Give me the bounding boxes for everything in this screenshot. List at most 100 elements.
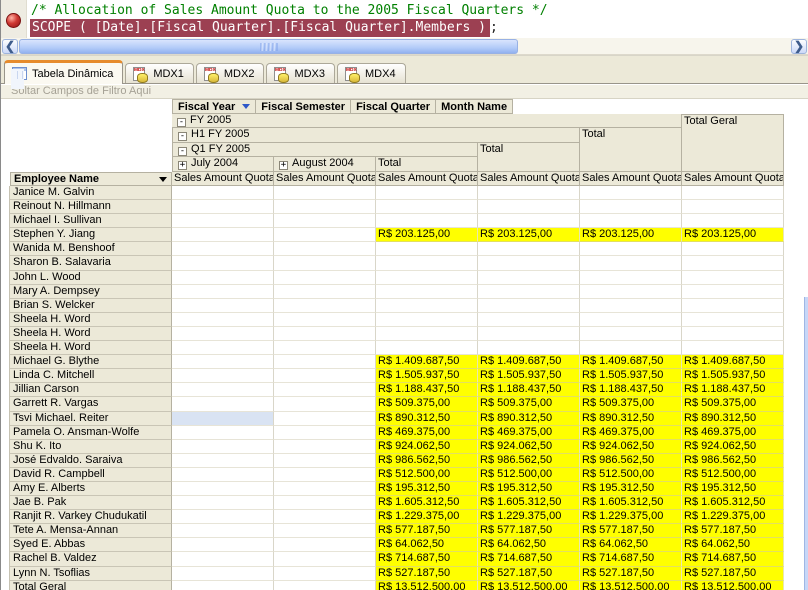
value-cell[interactable] (580, 285, 682, 299)
header-grand-total[interactable]: Total Geral (682, 114, 784, 172)
header-fy-total[interactable]: Total (580, 128, 682, 172)
value-cell[interactable]: R$ 714.687,50 (376, 552, 478, 566)
employee-name-cell[interactable]: Tsvi Michael. Reiter (10, 412, 172, 426)
scroll-left-button[interactable]: ❮ (2, 39, 18, 54)
value-cell[interactable] (376, 327, 478, 341)
header-h1-total[interactable]: Total (478, 143, 580, 172)
value-cell[interactable]: R$ 577.187,50 (580, 524, 682, 538)
value-cell[interactable]: R$ 924.062,50 (376, 440, 478, 454)
column-field-month-name[interactable]: Month Name (436, 100, 513, 113)
employee-name-cell[interactable]: Pamela O. Ansman-Wolfe (10, 426, 172, 440)
tab-mdx4[interactable]: MDX4 (337, 63, 406, 83)
value-cell[interactable] (682, 285, 784, 299)
employee-name-cell[interactable]: Amy E. Alberts (10, 482, 172, 496)
collapse-icon[interactable]: - (178, 132, 187, 141)
employee-name-cell[interactable]: David R. Campbell (10, 468, 172, 482)
column-field-fiscal-semester[interactable]: Fiscal Semester (256, 100, 351, 113)
value-cell[interactable] (580, 299, 682, 313)
employee-name-cell[interactable]: Sharon B. Salavaria (10, 256, 172, 270)
value-cell[interactable] (274, 186, 376, 200)
value-cell[interactable]: R$ 195.312,50 (682, 482, 784, 496)
value-cell[interactable]: R$ 203.125,00 (478, 228, 580, 242)
employee-name-cell[interactable]: Brian S. Welcker (10, 299, 172, 313)
value-cell[interactable]: R$ 1.605.312,50 (580, 496, 682, 510)
value-cell[interactable] (274, 369, 376, 383)
value-cell[interactable] (274, 242, 376, 256)
employee-name-cell[interactable]: Michael G. Blythe (10, 355, 172, 369)
value-cell[interactable]: R$ 986.562,50 (580, 454, 682, 468)
value-cell[interactable] (274, 581, 376, 590)
value-cell[interactable]: R$ 195.312,50 (376, 482, 478, 496)
value-cell[interactable] (274, 397, 376, 411)
value-cell[interactable] (376, 313, 478, 327)
value-cell[interactable]: R$ 577.187,50 (682, 524, 784, 538)
value-cell[interactable] (478, 341, 580, 355)
scroll-right-button[interactable]: ❯ (791, 39, 807, 54)
employee-name-cell[interactable]: Ranjit R. Varkey Chudukatil (10, 510, 172, 524)
value-cell[interactable]: R$ 986.562,50 (478, 454, 580, 468)
value-cell[interactable] (376, 200, 478, 214)
value-cell[interactable] (274, 524, 376, 538)
value-cell[interactable]: R$ 1.505.937,50 (580, 369, 682, 383)
value-cell[interactable] (376, 214, 478, 228)
header-month-august-2004[interactable]: +August 2004 (274, 157, 376, 172)
value-cell[interactable] (682, 341, 784, 355)
value-cell[interactable] (682, 242, 784, 256)
value-cell[interactable] (478, 256, 580, 270)
value-cell[interactable]: R$ 714.687,50 (682, 552, 784, 566)
value-cell[interactable] (682, 200, 784, 214)
value-cell[interactable] (580, 242, 682, 256)
value-cell[interactable] (274, 313, 376, 327)
employee-name-cell[interactable]: Sheela H. Word (10, 341, 172, 355)
value-cell[interactable]: R$ 1.605.312,50 (682, 496, 784, 510)
value-cell[interactable] (172, 271, 274, 285)
value-cell[interactable] (580, 341, 682, 355)
employee-name-cell[interactable]: Linda C. Mitchell (10, 369, 172, 383)
value-cell[interactable] (274, 440, 376, 454)
employee-name-cell[interactable]: Garrett R. Vargas (10, 397, 172, 411)
value-cell[interactable] (274, 567, 376, 581)
value-cell[interactable] (274, 383, 376, 397)
value-cell[interactable] (172, 468, 274, 482)
value-cell[interactable] (478, 242, 580, 256)
value-cell[interactable] (274, 468, 376, 482)
value-cell[interactable]: R$ 527.187,50 (580, 567, 682, 581)
value-cell[interactable] (172, 313, 274, 327)
row-field-employee-name[interactable]: Employee Name (10, 172, 172, 186)
employee-name-cell[interactable]: Rachel B. Valdez (10, 552, 172, 566)
measure-header-6[interactable]: Sales Amount Quota (682, 172, 784, 186)
value-cell[interactable]: R$ 986.562,50 (682, 454, 784, 468)
value-cell[interactable]: R$ 577.187,50 (478, 524, 580, 538)
expand-icon[interactable]: + (178, 161, 187, 170)
employee-name-cell[interactable]: Janice M. Galvin (10, 186, 172, 200)
value-cell[interactable]: R$ 1.505.937,50 (376, 369, 478, 383)
employee-name-cell[interactable]: Lynn N. Tsoflias (10, 567, 172, 581)
value-cell[interactable]: R$ 1.229.375,00 (376, 510, 478, 524)
value-cell[interactable] (274, 341, 376, 355)
value-cell[interactable]: R$ 890.312,50 (580, 412, 682, 426)
employee-name-cell[interactable]: Michael I. Sullivan (10, 214, 172, 228)
dropdown-arrow-icon[interactable] (242, 104, 250, 113)
value-cell[interactable] (274, 412, 376, 426)
value-cell[interactable] (274, 426, 376, 440)
measure-header-5[interactable]: Sales Amount Quota (580, 172, 682, 186)
employee-name-cell[interactable]: Stephen Y. Jiang (10, 228, 172, 242)
dropdown-arrow-icon[interactable] (159, 177, 167, 186)
value-cell[interactable] (682, 186, 784, 200)
value-cell[interactable]: R$ 1.409.687,50 (376, 355, 478, 369)
value-cell[interactable]: R$ 1.229.375,00 (478, 510, 580, 524)
value-cell[interactable] (274, 552, 376, 566)
value-cell[interactable] (172, 552, 274, 566)
value-cell[interactable] (172, 355, 274, 369)
value-cell[interactable] (376, 242, 478, 256)
value-cell[interactable]: R$ 527.187,50 (478, 567, 580, 581)
value-cell[interactable]: R$ 1.505.937,50 (682, 369, 784, 383)
value-cell[interactable] (274, 271, 376, 285)
measure-header-1[interactable]: Sales Amount Quota (172, 172, 274, 186)
value-cell[interactable] (172, 186, 274, 200)
value-cell[interactable] (580, 327, 682, 341)
value-cell[interactable] (274, 355, 376, 369)
value-cell[interactable]: R$ 1.409.687,50 (682, 355, 784, 369)
value-cell[interactable]: R$ 890.312,50 (682, 412, 784, 426)
value-cell[interactable] (376, 285, 478, 299)
